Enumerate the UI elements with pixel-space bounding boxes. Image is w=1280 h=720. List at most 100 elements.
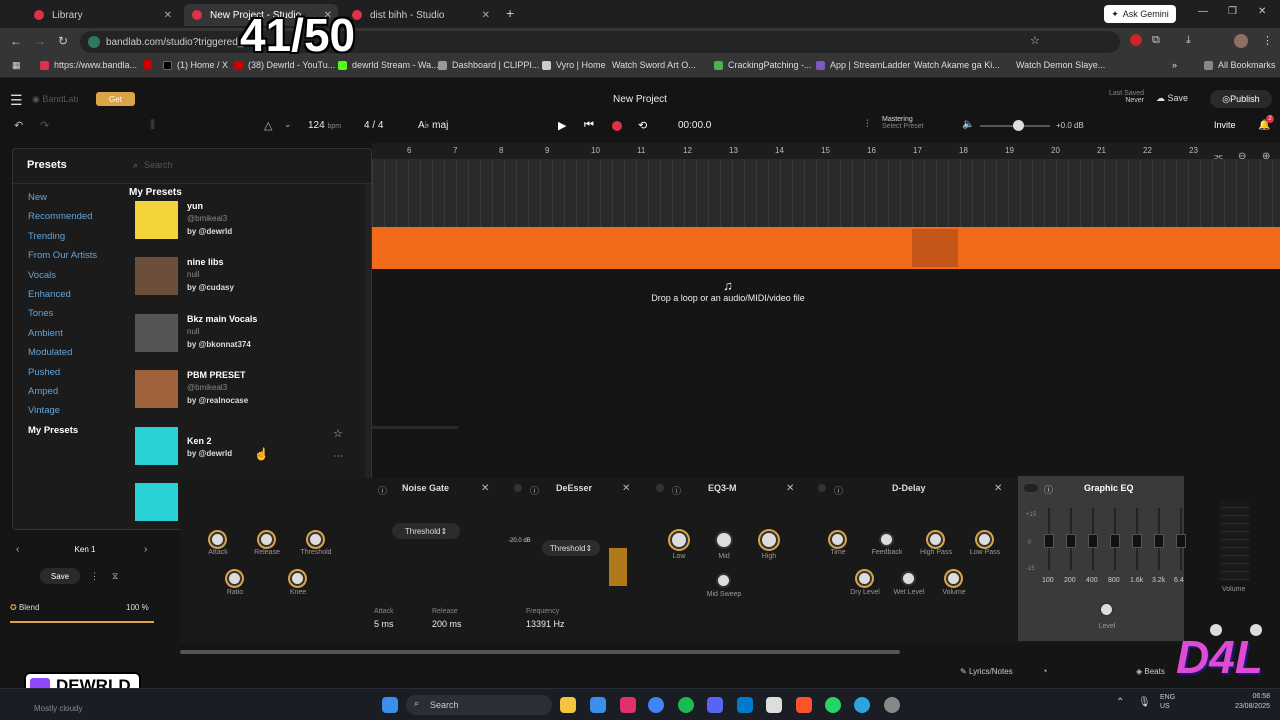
more-options-icon[interactable]: ⋯ [333, 451, 343, 462]
blend-slider[interactable] [10, 621, 154, 623]
vscode-icon[interactable] [737, 697, 753, 713]
close-tab-icon[interactable]: ✕ [482, 10, 490, 21]
minimize-icon[interactable]: — [1198, 6, 1208, 17]
ratio-knob[interactable] [227, 571, 242, 586]
category-my-presets[interactable]: My Presets [28, 425, 78, 436]
bookmark-star-icon[interactable]: ☆ [1030, 34, 1040, 47]
bookmark-item[interactable]: App | StreamLadder [816, 60, 910, 70]
zoom-in-icon[interactable]: ⊕ [1262, 151, 1270, 162]
project-title[interactable]: New Project [560, 94, 720, 105]
zoom-out-icon[interactable]: ⊖ [1238, 151, 1246, 162]
eq-band-handle[interactable] [1132, 534, 1142, 548]
new-tab-icon[interactable]: + [506, 5, 514, 21]
app-icon[interactable] [766, 697, 782, 713]
bookmark-item[interactable]: Watch Akame ga Ki... [914, 60, 1000, 70]
clock[interactable]: 06:58 23/08/2025 [1220, 692, 1270, 712]
mic-icon[interactable]: 🎙 [1138, 697, 1151, 708]
hamburger-menu-icon[interactable]: ☰ [10, 92, 23, 109]
close-tab-icon[interactable]: ✕ [164, 10, 172, 21]
weather-widget[interactable]: Mostly cloudy [34, 704, 82, 713]
attack-value[interactable]: 5 ms [374, 619, 394, 629]
mastering-selector[interactable]: Mastering Select Preset [882, 116, 924, 130]
back-icon[interactable]: ← [10, 34, 22, 48]
preset-item[interactable]: PBM PRESET @bmikeal3 by @realnocase [135, 370, 365, 414]
whatsapp-icon[interactable] [825, 697, 841, 713]
ask-gemini-button[interactable]: ✦ Ask Gemini [1104, 5, 1176, 23]
prev-preset-icon[interactable]: ‹ [16, 544, 19, 555]
beats-button[interactable]: ◈ Beats [1136, 667, 1165, 676]
low-pass-knob[interactable] [977, 532, 992, 547]
menu-kebab-icon[interactable]: ⋮ [1262, 34, 1273, 47]
bookmark-item[interactable]: Watch Demon Slaye... [1016, 60, 1105, 70]
power-toggle[interactable] [818, 484, 826, 492]
eq-band-handle[interactable] [1176, 534, 1186, 548]
deesser-threshold-dropdown[interactable]: Threshold ⇕ [542, 540, 600, 556]
play-icon[interactable]: ▶ [558, 119, 566, 132]
track-lane[interactable] [372, 160, 1280, 227]
taskbar-search[interactable]: ⌕ Search [406, 695, 552, 715]
more-icon[interactable]: ⋮ [90, 571, 99, 582]
loop-icon[interactable]: ⟲ [638, 119, 647, 132]
category-new[interactable]: New [28, 192, 47, 203]
bookmark-item[interactable]: Vyro | Home [542, 60, 606, 70]
bookmark-item[interactable]: Watch Sword Art O... [612, 60, 696, 70]
bookmark-item[interactable]: https://www.bandla... [40, 60, 137, 70]
fx-rack-scrollbar[interactable] [180, 650, 900, 654]
tuner-icon[interactable]: ◔ [1042, 666, 1047, 676]
snap-icon[interactable]: ⫘ [1214, 151, 1223, 162]
speaker-icon[interactable]: 🔈 [962, 119, 974, 130]
close-icon[interactable]: ✕ [481, 483, 489, 494]
release-knob[interactable] [259, 532, 274, 547]
undo-icon[interactable]: ↶ [14, 119, 23, 132]
extensions-puzzle-icon[interactable]: ⧉ [1152, 34, 1160, 47]
mixer-icon[interactable]: ⫼ [150, 119, 155, 132]
eq-band-handle[interactable] [1154, 534, 1164, 548]
dry-level-knob[interactable] [857, 571, 872, 586]
frequency-value[interactable]: 13391 Hz [526, 619, 565, 629]
category-modulated[interactable]: Modulated [28, 347, 72, 358]
invite-button[interactable]: Invite [1214, 120, 1236, 130]
reload-icon[interactable]: ↻ [58, 34, 68, 48]
power-toggle[interactable] [514, 484, 522, 492]
close-window-icon[interactable]: ✕ [1258, 6, 1266, 17]
volume-thumb[interactable] [1013, 120, 1024, 131]
record-icon[interactable] [612, 121, 622, 131]
preset-scrollbar[interactable] [365, 185, 371, 527]
discord-icon[interactable] [707, 697, 723, 713]
bandlab-logo[interactable]: ◉ BandLab [32, 94, 78, 105]
category-ambient[interactable]: Ambient [28, 328, 63, 339]
chevron-down-icon[interactable]: ⌄ [284, 119, 292, 130]
file-explorer-icon[interactable] [560, 697, 576, 713]
app-icon[interactable] [884, 697, 900, 713]
fx-chain-icon[interactable]: ⧖ [112, 571, 118, 582]
category-tones[interactable]: Tones [28, 308, 53, 319]
apps-grid-icon[interactable]: ▦ [12, 60, 21, 71]
category-enhanced[interactable]: Enhanced [28, 289, 71, 300]
category-vintage[interactable]: Vintage [28, 405, 60, 416]
extension-icon[interactable] [1130, 34, 1142, 46]
eq-band-handle[interactable] [1044, 534, 1054, 548]
category-amped[interactable]: Amped [28, 386, 58, 397]
knee-knob[interactable] [290, 571, 305, 586]
current-preset-name[interactable]: Ken 1 [60, 545, 110, 554]
eq-band-handle[interactable] [1110, 534, 1120, 548]
master-volume-slider[interactable] [980, 120, 1050, 131]
redo-icon[interactable]: ↷ [40, 119, 49, 132]
preset-item[interactable]: yun @bmikeal3 by @dewrld [135, 201, 365, 245]
favorite-star-icon[interactable]: ☆ [333, 427, 343, 440]
url-field[interactable]: bandlab.com/studio?triggered_f [80, 31, 1120, 53]
time-knob[interactable] [830, 532, 845, 547]
publish-button[interactable]: ◎ Publish [1210, 90, 1272, 108]
mid-knob[interactable] [715, 531, 733, 549]
preset-item[interactable]: Bkz main Vocals null by @bkonnat374 [135, 313, 365, 358]
wet-level-knob[interactable] [901, 571, 916, 586]
mid-sweep-knob[interactable] [716, 573, 731, 588]
power-toggle[interactable] [1024, 484, 1038, 492]
high-pass-knob[interactable] [928, 532, 943, 547]
tray-chevron-icon[interactable]: ⌃ [1116, 697, 1124, 708]
level-knob[interactable] [1099, 602, 1114, 617]
save-button[interactable]: ☁ Save [1156, 93, 1188, 104]
attack-knob[interactable] [210, 532, 225, 547]
tempo[interactable]: 124 bpm [308, 120, 341, 131]
brave-icon[interactable] [796, 697, 812, 713]
